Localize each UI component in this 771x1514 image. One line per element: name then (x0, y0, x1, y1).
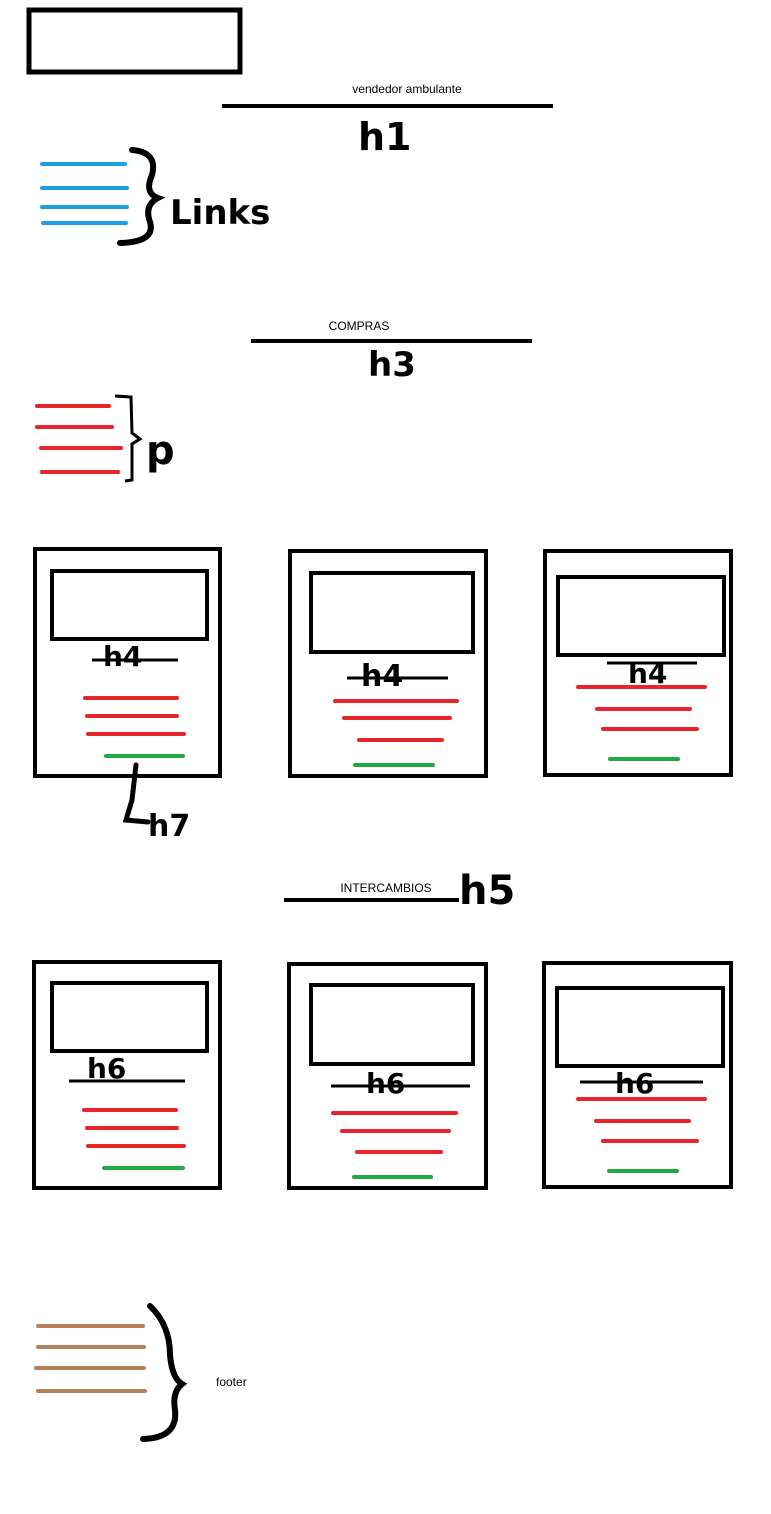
compras-card-1: h4 (33, 547, 222, 778)
h5-annotation: h5 (459, 868, 515, 914)
compras-card-3: h4 (543, 549, 733, 777)
wireframe-sketch: vendedor ambulante h1 Links COMPRAS h3 p… (26, 7, 733, 1442)
logo-box (26, 7, 243, 75)
compras-card-2: h4 (288, 549, 488, 778)
intercambios-card-2: h6 (287, 962, 488, 1190)
h3-annotation: h3 (368, 345, 416, 385)
intercambios-card-3: h6 (542, 961, 733, 1189)
paragraph-brace (114, 394, 143, 483)
links-lines (40, 162, 129, 225)
card-image (309, 983, 475, 1066)
paragraph-lines (35, 404, 123, 474)
h4-annotation: h4 (361, 659, 403, 694)
title-label: vendedor ambulante (352, 82, 462, 96)
card-image (556, 575, 726, 657)
h6-annotation: h6 (366, 1067, 405, 1100)
h6-annotation: h6 (615, 1067, 654, 1100)
card-image (309, 571, 475, 654)
p-annotation: p (146, 428, 175, 474)
card-image (50, 569, 209, 641)
footer-brace (140, 1303, 188, 1442)
h7-pointer (122, 762, 151, 825)
footer-label: footer (216, 1375, 247, 1389)
footer-lines (34, 1324, 147, 1393)
compras-label: COMPRAS (329, 319, 390, 333)
h1-annotation: h1 (358, 115, 412, 159)
h6-annotation: h6 (87, 1052, 126, 1085)
h4-annotation: h4 (103, 640, 142, 673)
intercambios-label: INTERCAMBIOS (340, 881, 431, 895)
links-annotation: Links (170, 193, 270, 233)
h7-annotation: h7 (148, 809, 190, 844)
intercambios-card-1: h6 (32, 960, 222, 1190)
card-image (50, 981, 209, 1053)
card-image (555, 986, 725, 1068)
